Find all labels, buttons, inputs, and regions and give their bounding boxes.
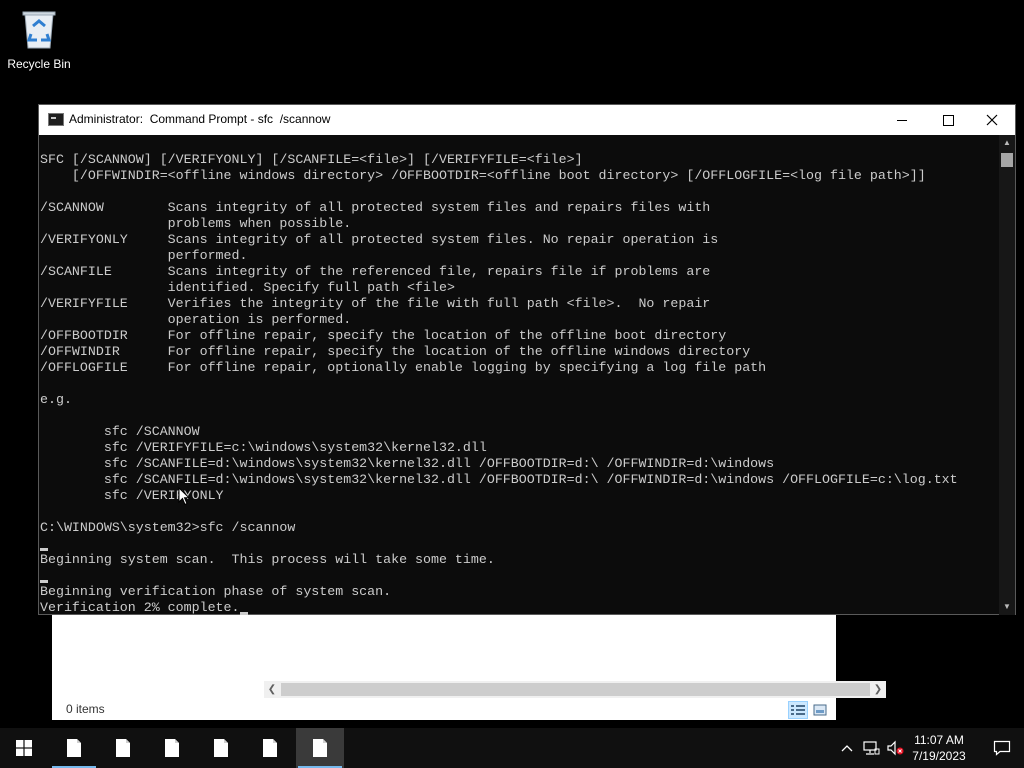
scrollbar-thumb[interactable] xyxy=(1001,153,1013,167)
cmd-title-bar[interactable]: Administrator: Command Prompt - sfc /sca… xyxy=(39,105,1015,135)
document-icon xyxy=(263,739,277,757)
start-button[interactable] xyxy=(0,728,48,768)
command-prompt-window[interactable]: Administrator: Command Prompt - sfc /sca… xyxy=(38,104,1016,615)
minimize-button[interactable] xyxy=(879,105,925,135)
close-icon xyxy=(986,114,998,126)
explorer-status-bar: 0 items xyxy=(52,698,836,720)
chevron-up-icon xyxy=(841,745,853,752)
taskbar-app-2[interactable] xyxy=(99,728,147,768)
document-icon xyxy=(67,739,81,757)
document-icon xyxy=(313,739,327,757)
taskbar: 11:07 AM 7/19/2023 xyxy=(0,728,1024,768)
console-cursor-mark xyxy=(40,580,48,583)
show-hidden-icons-button[interactable] xyxy=(838,728,856,768)
network-button[interactable] xyxy=(860,728,882,768)
windows-logo-icon xyxy=(16,740,32,756)
maximize-button[interactable] xyxy=(925,105,971,135)
document-icon xyxy=(214,739,228,757)
clock-date: 7/19/2023 xyxy=(912,749,966,763)
cmd-app-icon xyxy=(48,113,64,126)
large-icons-view-icon xyxy=(813,704,827,716)
item-count: 0 items xyxy=(66,702,105,716)
recycle-bin-shortcut[interactable]: Recycle Bin xyxy=(6,6,72,71)
scroll-left-icon[interactable]: ❮ xyxy=(264,681,280,698)
volume-button[interactable] xyxy=(884,728,906,768)
system-clock[interactable]: 11:07 AM 7/19/2023 xyxy=(906,732,972,764)
scroll-down-icon[interactable]: ▼ xyxy=(999,599,1015,615)
document-icon xyxy=(165,739,179,757)
details-view-icon xyxy=(791,705,805,715)
large-icons-view-button[interactable] xyxy=(810,701,830,719)
window-title: Administrator: Command Prompt - sfc /sca… xyxy=(69,112,331,126)
scroll-right-icon[interactable]: ❯ xyxy=(870,681,886,698)
taskbar-app-4[interactable] xyxy=(197,728,245,768)
file-explorer-window: ❮ ❯ 0 items xyxy=(52,612,886,720)
console-caret xyxy=(240,612,248,615)
close-button[interactable] xyxy=(969,105,1015,135)
taskbar-app-3[interactable] xyxy=(148,728,196,768)
console-output[interactable]: SFC [/SCANNOW] [/VERIFYONLY] [/SCANFILE=… xyxy=(39,135,999,615)
scrollbar-thumb[interactable] xyxy=(281,683,870,696)
taskbar-app-5[interactable] xyxy=(246,728,294,768)
mouse-pointer-icon xyxy=(178,487,190,506)
clock-time: 11:07 AM xyxy=(914,733,964,747)
scroll-up-icon[interactable]: ▲ xyxy=(999,135,1015,151)
notification-icon xyxy=(993,740,1011,756)
console-cursor-mark xyxy=(40,548,48,551)
horizontal-scrollbar[interactable]: ❮ ❯ xyxy=(264,681,886,698)
action-center-button[interactable] xyxy=(980,728,1024,768)
taskbar-app-6[interactable] xyxy=(296,728,344,768)
document-icon xyxy=(116,739,130,757)
details-view-button[interactable] xyxy=(788,701,808,719)
vertical-scrollbar[interactable]: ▲ ▼ xyxy=(999,135,1015,615)
console-text: SFC [/SCANNOW] [/VERIFYONLY] [/SCANFILE=… xyxy=(40,152,958,615)
taskbar-app-1[interactable] xyxy=(50,728,98,768)
recycle-bin-icon xyxy=(22,11,56,49)
recycle-bin-label: Recycle Bin xyxy=(7,57,71,71)
network-icon xyxy=(863,741,880,755)
volume-muted-icon xyxy=(887,740,904,756)
